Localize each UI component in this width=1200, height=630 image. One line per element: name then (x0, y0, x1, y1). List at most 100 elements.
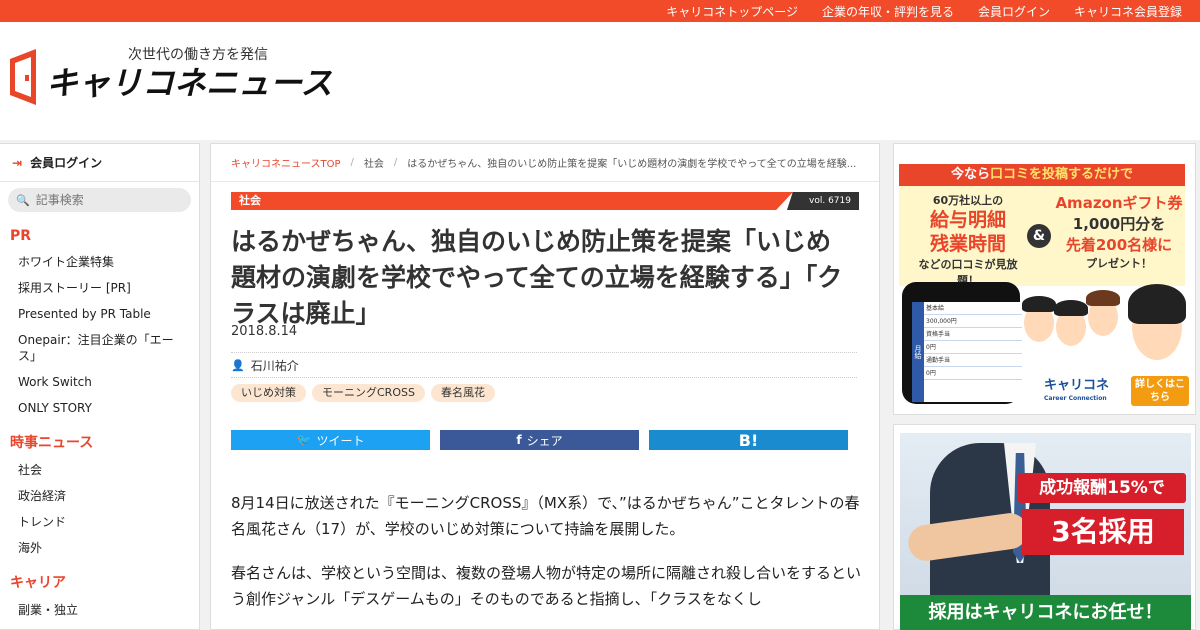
ad1-left-line: 60万社以上の (932, 194, 1004, 207)
nav-item[interactable]: ONLY STORY (0, 400, 185, 416)
tweet-button[interactable]: 🐦 ツイート (231, 430, 430, 450)
tag-chip[interactable]: 春名風花 (430, 384, 495, 402)
site-header: 次世代の働き方を発信 キャリコネニュース (0, 22, 1200, 140)
volume-badge: vol. 6719 (787, 192, 859, 210)
top-link-login[interactable]: 会員ログイン (978, 3, 1050, 20)
ad1-headline: 今なら口コミを投稿するだけで (899, 164, 1185, 186)
tag-chip[interactable]: モーニングCROSS (312, 384, 425, 402)
phone-screen-label: 月給 (912, 302, 924, 402)
search-input[interactable] (35, 193, 186, 207)
tag-chip[interactable]: いじめ対策 (231, 384, 306, 402)
category-bar: 社会 vol. 6719 (231, 192, 859, 210)
facebook-icon: f (516, 433, 522, 447)
phone-screen: 月給 基本給 300,000円 資格手当 0円 通勤手当 0円 (912, 302, 1022, 402)
article-body: 8月14日に放送された『モーニングCROSS』（MX系）で、”はるかぜちゃん”こ… (231, 490, 861, 630)
nav-item[interactable]: ホワイト企業特集 (0, 254, 185, 270)
person-hair (1054, 300, 1088, 316)
article-main: キャリコネニュースTOP / 社会 / はるかぜちゃん、独自のいじめ防止策を提案… (210, 143, 880, 630)
smartphone-illustration: 月給 基本給 300,000円 資格手当 0円 通勤手当 0円 (902, 282, 1022, 404)
site-logo[interactable]: キャリコネニュース (46, 58, 332, 104)
ad1-left-line: 残業時間 (929, 233, 1006, 255)
nav-item[interactable]: 副業・独立 (0, 602, 185, 618)
facebook-share-label: シェア (526, 433, 563, 448)
ad1-right-line: Amazonギフト券 (1055, 194, 1183, 212)
hatena-icon: B! (738, 431, 759, 450)
top-link-careerconnection[interactable]: キャリコネトップページ (666, 3, 798, 20)
author-name[interactable]: 石川祐介 (251, 357, 299, 374)
ad2-banner: 成功報酬15%で 3名採用 採用はキャリコネにお任せ！ (900, 433, 1191, 630)
top-link-company-reviews[interactable]: 企業の年収・評判を見る (822, 3, 954, 20)
phone-row: 0円 (912, 341, 1022, 354)
ad1-logo-text: キャリコネ (1044, 378, 1110, 393)
ad1-right-line: プレゼント！ (1086, 257, 1152, 270)
nav-item[interactable]: 海外 (0, 540, 185, 556)
login-icon: ⇥ (12, 155, 23, 170)
breadcrumb-top-link[interactable]: キャリコネニュースTOP (231, 155, 341, 170)
ad1-headline-pre: 今なら (950, 167, 990, 182)
breadcrumb-category-link[interactable]: 社会 (364, 155, 384, 170)
ad2-line1: 成功報酬15%で (1018, 473, 1186, 503)
ad-recruitment[interactable]: 成功報酬15%で 3名採用 採用はキャリコネにお任せ！ (893, 424, 1196, 630)
facebook-share-button[interactable]: f シェア (440, 430, 639, 450)
ad2-bottom-bar: 採用はキャリコネにお任せ！ (900, 595, 1191, 630)
category-label[interactable]: 社会 (231, 192, 793, 210)
article-date: 2018.8.14 (231, 324, 298, 339)
nav-section-title: PR (10, 228, 32, 244)
share-buttons: 🐦 ツイート f シェア B! (231, 430, 858, 450)
twitter-icon: 🐦 (296, 433, 312, 447)
hatena-bookmark-button[interactable]: B! (649, 430, 848, 450)
nav-section-career: キャリア 副業・独立 (0, 572, 199, 618)
nav-section-pr: PR ホワイト企業特集 採用ストーリー [PR] Presented by PR… (0, 228, 199, 416)
article-author: 👤 石川祐介 (231, 352, 857, 378)
tweet-label: ツイート (316, 433, 365, 448)
phone-row: 基本給 (912, 302, 1022, 315)
nav-section-title: 時事ニュース (10, 435, 94, 451)
nav-item[interactable]: トレンド (0, 514, 185, 530)
people-illustration (1022, 284, 1186, 364)
sidebar-search[interactable]: 🔍 (8, 188, 191, 212)
nav-item[interactable]: 採用ストーリー [PR] (0, 280, 185, 296)
nav-section-news: 時事ニュース 社会 政治経済 トレンド 海外 (0, 432, 199, 556)
breadcrumb-separator: / (393, 157, 398, 168)
ad1-logo-sub: Career Connection (1044, 395, 1107, 402)
left-sidebar: ⇥ 会員ログイン 🔍 PR ホワイト企業特集 採用ストーリー [PR] Pres… (0, 143, 200, 630)
nav-item[interactable]: Presented by PR Table (0, 306, 185, 322)
careerconnection-ad-logo: キャリコネ Career Connection (1026, 376, 1126, 404)
phone-row: 0円 (912, 367, 1022, 380)
breadcrumb: キャリコネニュースTOP / 社会 / はるかぜちゃん、独自のいじめ防止策を提案… (211, 144, 879, 182)
top-link-register[interactable]: キャリコネ会員登録 (1074, 3, 1182, 20)
ad1-headline-highlight: 口コミを投稿するだけで (990, 167, 1134, 182)
ad1-details-button[interactable]: 詳しくはこちら (1131, 376, 1189, 406)
nav-item[interactable]: Onepair：注目企業の「エース」 (0, 332, 185, 364)
ad1-right-line: 1,000円分を (1072, 215, 1166, 233)
nav-section-title: キャリア (10, 575, 66, 591)
ad2-line2: 3名採用 (1022, 509, 1184, 555)
person-hair (1022, 296, 1056, 312)
person-hair (1128, 284, 1186, 324)
ad1-left-text: 60万社以上の 給与明細 残業時間 などの口コミが見放題！ (908, 192, 1028, 288)
phone-row: 300,000円 (912, 315, 1022, 328)
nav-item[interactable]: 政治経済 (0, 488, 185, 504)
article-paragraph: 春名さんは、学校という空間は、複数の登場人物が特定の場所に隔離され殺し合いをする… (231, 564, 862, 608)
search-icon: 🔍 (16, 193, 30, 207)
nav-item[interactable]: 社会 (0, 462, 185, 478)
person-hair (1086, 290, 1120, 306)
phone-row: 資格手当 (912, 328, 1022, 341)
ad1-right-text: Amazonギフト券 1,000円分を 先着200名様に プレゼント！ (1054, 192, 1184, 271)
breadcrumb-separator: / (350, 157, 354, 168)
nav-item[interactable]: Work Switch (0, 374, 185, 390)
door-logo-icon[interactable] (10, 49, 36, 105)
sidebar-login[interactable]: ⇥ 会員ログイン (0, 144, 199, 182)
article-title: はるかぜちゃん、独自のいじめ防止策を提案「いじめ題材の演劇を学校でやって全ての立… (231, 227, 843, 328)
ad1-left-line: 給与明細 (929, 209, 1006, 231)
phone-row: 通勤手当 (912, 354, 1022, 367)
sidebar-login-label: 会員ログイン (30, 156, 103, 170)
top-links: キャリコネトップページ 企業の年収・評判を見る 会員ログイン キャリコネ会員登録 (642, 0, 1182, 22)
ad1-ampersand: & (1027, 224, 1051, 248)
breadcrumb-current: はるかぜちゃん、独自のいじめ防止策を提案「いじめ題材の演劇を学校でやって全ての立… (407, 159, 857, 170)
user-icon: 👤 (231, 358, 245, 372)
ad1-right-line: 先着200名様に (1065, 236, 1173, 254)
ad-careerconnection-reviews[interactable]: 今なら口コミを投稿するだけで 60万社以上の 給与明細 残業時間 などの口コミが… (893, 143, 1196, 415)
article-paragraph: 8月14日に放送された『モーニングCROSS』（MX系）で、”はるかぜちゃん”こ… (231, 494, 860, 538)
top-bar: キャリコネトップページ 企業の年収・評判を見る 会員ログイン キャリコネ会員登録 (0, 0, 1200, 22)
